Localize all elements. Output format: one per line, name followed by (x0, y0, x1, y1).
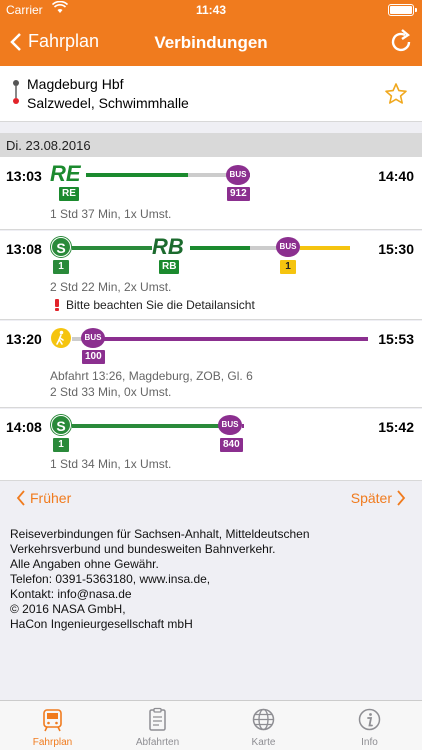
status-bar: Carrier 11:43 (0, 0, 422, 20)
info-line: Alle Angaben ohne Gewähr. (10, 557, 159, 571)
info-line: © 2016 NASA GmbH, (10, 602, 126, 616)
connection-row[interactable]: 13:03 14:40 RE BUS RE 912 1 Std 37 Min, … (0, 157, 422, 230)
departure-time: 13:03 (6, 168, 42, 184)
connection-row[interactable]: 13:20 15:53 BUS 100 Abfahrt 13:26, Magde… (0, 321, 422, 408)
bus-icon: BUS (226, 165, 250, 185)
re-logo: RE (50, 161, 81, 186)
line-badge: RB (159, 260, 180, 274)
favorite-button[interactable] (384, 82, 408, 111)
info-line: Verkehrsverbund und bundesweiten Bahnver… (10, 542, 276, 556)
page-title: Verbindungen (154, 33, 268, 52)
sbahn-icon: S (51, 415, 71, 435)
tab-fahrplan[interactable]: Fahrplan (0, 701, 105, 750)
arrival-time: 15:53 (378, 331, 414, 347)
notice-text: Bitte beachten Sie die Detailansicht (66, 298, 255, 312)
tab-label: Info (361, 737, 378, 748)
clipboard-icon (149, 707, 166, 731)
connection-row[interactable]: 13:08 15:30 S RB BUS 1 RB 1 2 Std 22 Min… (0, 231, 422, 320)
info-icon (358, 708, 381, 731)
departure-info: Abfahrt 13:26, Magdeburg, ZOB, Gl. 6 (50, 369, 253, 383)
later-label: Später (350, 490, 392, 506)
star-icon (385, 83, 407, 104)
connection-row[interactable]: 14:08 15:42 S BUS 1 840 1 Std 34 Min, 1x… (0, 409, 422, 481)
origin-station: Magdeburg Hbf (27, 76, 124, 92)
tab-karte[interactable]: Karte (211, 701, 316, 750)
bus-line-segment (104, 337, 368, 341)
route-line (15, 86, 17, 98)
line-badge: 840 (220, 438, 243, 452)
bus-icon: BUS (81, 328, 105, 348)
sbahn-line-segment (72, 246, 152, 250)
tab-abfahrten[interactable]: Abfahrten (105, 701, 210, 750)
tab-bar: Fahrplan Abfahrten Karte Info (0, 700, 422, 750)
walk-line-segment (250, 246, 278, 250)
bus-icon: BUS (276, 237, 300, 257)
destination-station: Salzwedel, Schwimmhalle (27, 95, 189, 111)
route-header[interactable]: Magdeburg Hbf Salzwedel, Schwimmhalle (0, 66, 422, 122)
refresh-icon (391, 29, 411, 52)
bus-icon: BUS (218, 415, 242, 435)
warning-icon (55, 299, 59, 311)
bus-line-segment (248, 173, 250, 177)
train-icon (43, 709, 62, 732)
duration-info: 2 Std 22 Min, 2x Umst. (50, 280, 172, 294)
refresh-button[interactable] (390, 29, 412, 60)
info-line: Kontakt: info@nasa.de (10, 587, 132, 601)
date-header: Di. 23.08.2016 (0, 133, 422, 157)
clock: 11:43 (195, 3, 227, 17)
chevron-left-icon (16, 490, 25, 506)
tab-info[interactable]: Info (317, 701, 422, 750)
line-badge: RE (59, 187, 79, 201)
destination-dot (13, 98, 19, 104)
tab-label: Abfahrten (135, 737, 180, 748)
earlier-label: Früher (30, 490, 72, 506)
walk-line-segment (188, 173, 228, 177)
sbahn-line-segment (72, 424, 220, 428)
line-badge: 912 (227, 187, 250, 201)
chevron-right-icon (397, 490, 406, 506)
sbahn-icon: S (51, 237, 71, 257)
globe-icon (252, 708, 275, 731)
battery-icon (388, 4, 417, 16)
navigation-bar: Fahrplan Verbindungen (0, 20, 422, 66)
info-text: Reiseverbindungen für Sachsen-Anhalt, Mi… (10, 527, 410, 632)
walk-icon (51, 328, 71, 348)
later-button[interactable]: Später (351, 490, 410, 506)
duration-info: 1 Std 34 Min, 1x Umst. (50, 457, 172, 471)
departure-time: 14:08 (6, 419, 42, 435)
arrival-time: 15:42 (378, 419, 414, 435)
duration-info: 1 Std 37 Min, 1x Umst. (50, 207, 172, 221)
earlier-button[interactable]: Früher (12, 490, 71, 506)
arrival-time: 14:40 (378, 168, 414, 184)
line-badge: 1 (53, 260, 69, 274)
tab-label: Karte (251, 737, 276, 748)
line-badge: 1 (280, 260, 296, 274)
info-line: Telefon: 0391-5363180, www.insa.de, (10, 572, 211, 586)
line-badge: 1 (53, 438, 69, 452)
bus-line-segment (242, 424, 244, 428)
departure-time: 13:20 (6, 331, 42, 347)
duration-info: 2 Std 33 Min, 0x Umst. (50, 385, 172, 399)
rb-line-segment (190, 246, 250, 250)
info-line: HaCon Ingenieurgesellschaft mbH (10, 617, 193, 631)
line-badge: 100 (82, 350, 105, 364)
arrival-time: 15:30 (378, 241, 414, 257)
pager: Früher Später (0, 486, 422, 512)
rb-logo: RB (152, 234, 184, 259)
info-line: Reiseverbindungen für Sachsen-Anhalt, Mi… (10, 527, 310, 541)
departure-time: 13:08 (6, 241, 42, 257)
re-line-segment (86, 173, 188, 177)
bus-line-segment (300, 246, 350, 250)
tab-label: Fahrplan (32, 737, 73, 748)
